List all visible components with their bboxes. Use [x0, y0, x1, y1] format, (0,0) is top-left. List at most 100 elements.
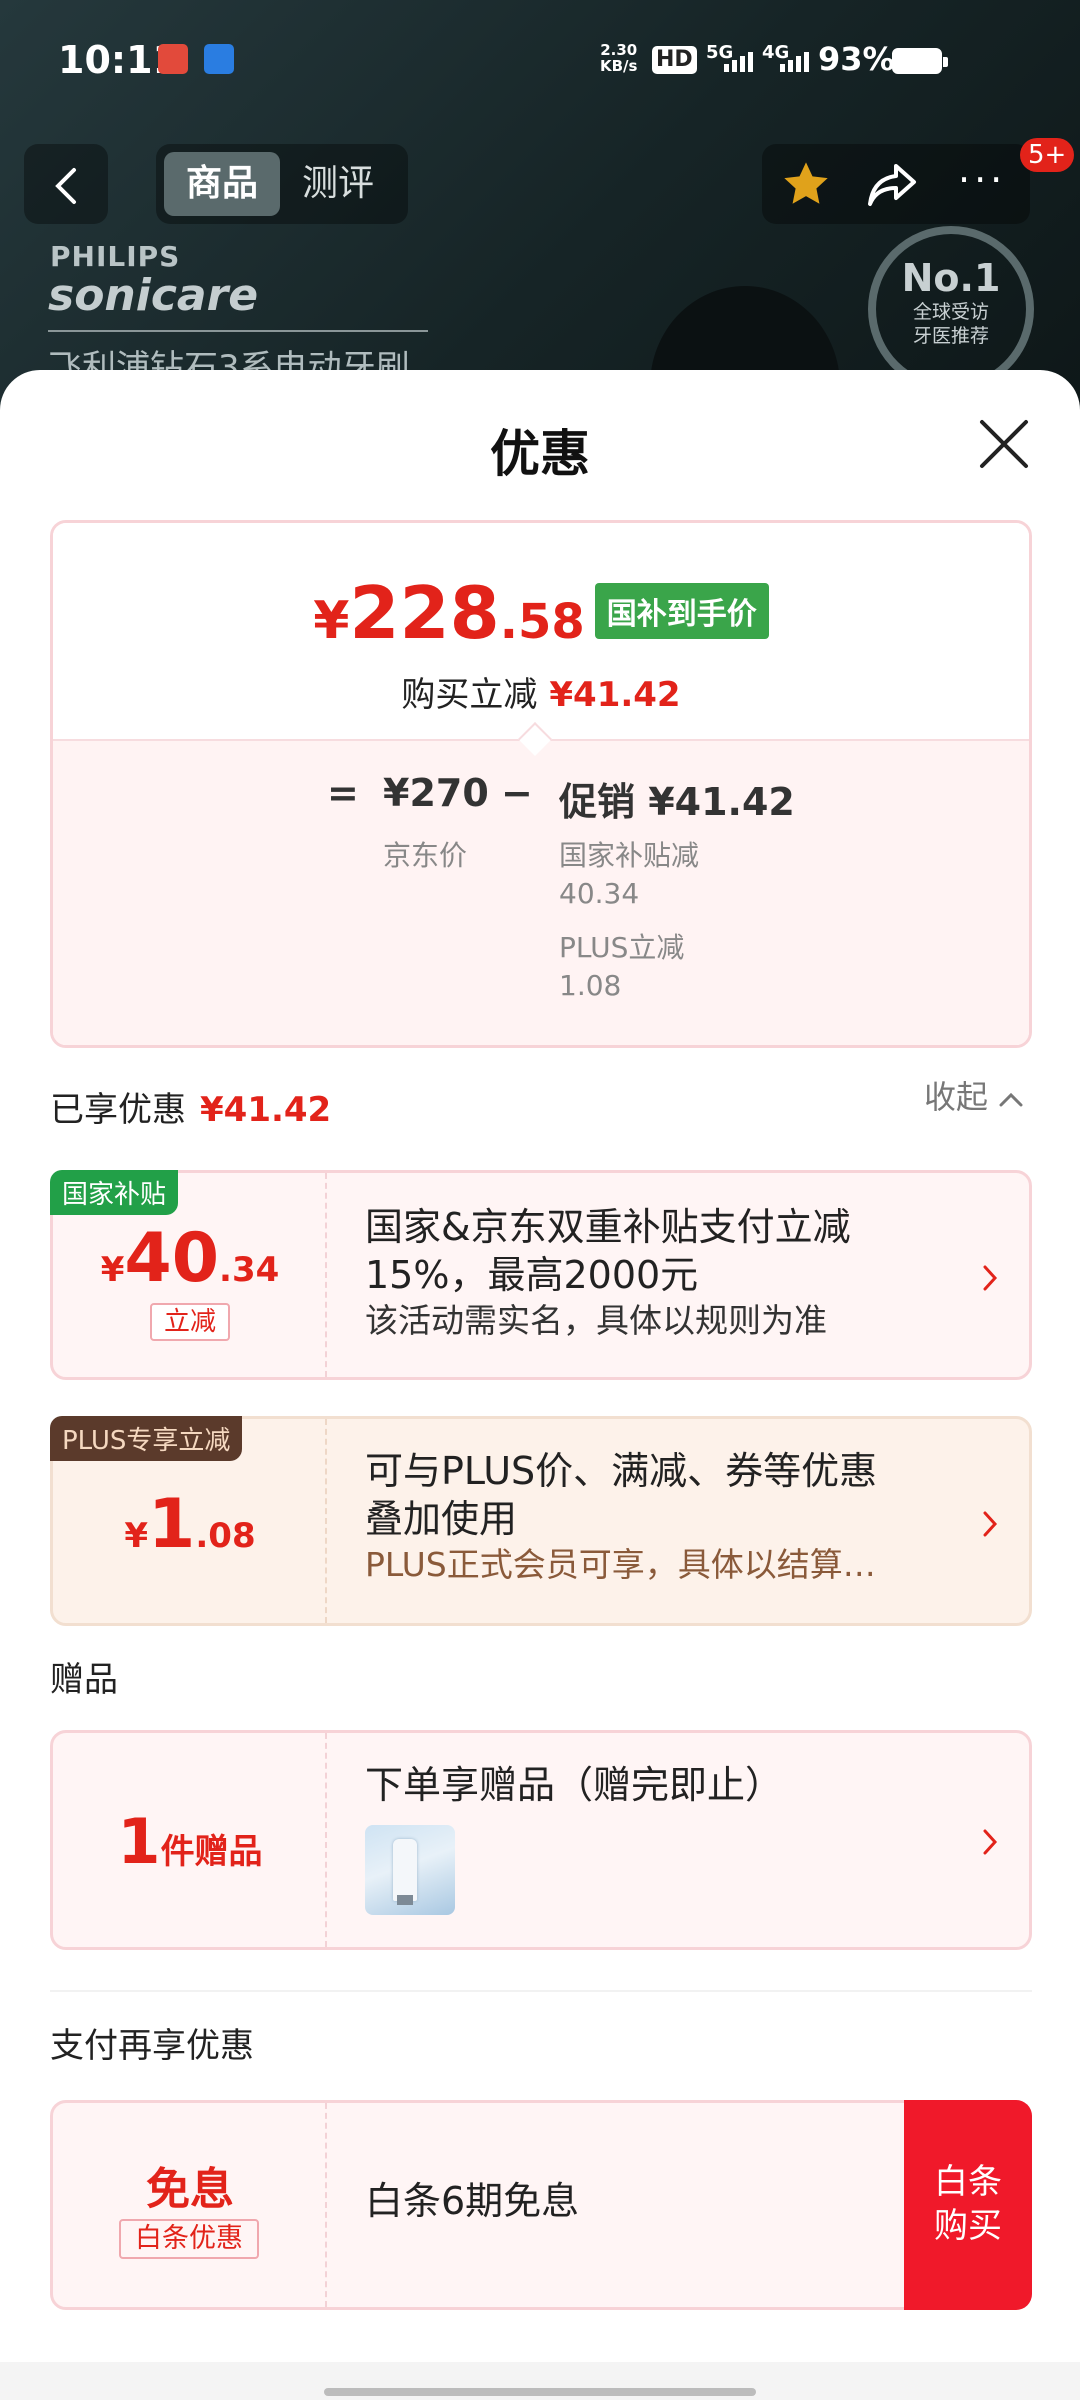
subsidy-amount: ¥40.34 [53, 1219, 327, 1298]
seal-line1: 全球受访 [912, 301, 989, 323]
battery-icon [892, 48, 948, 74]
price-decimal: .58 [499, 594, 585, 650]
dentist-recommend-seal: No.1 全球受访 牙医推荐 [868, 226, 1034, 392]
enjoyed-title: 已享优惠 [50, 1090, 186, 1130]
reduction-label: 购买立减 [401, 675, 538, 715]
purchase-reduction: 购买立减 ¥41.42 [53, 667, 1029, 716]
promo-amount: 促销 ¥41.42 [559, 780, 795, 824]
gift-line1: 下单享赠品（赠完即止） [365, 1763, 784, 1807]
gift-count: 1件赠品 [53, 1805, 327, 1878]
telegram-notification-icon [204, 44, 234, 74]
more-icon[interactable]: ··· [958, 158, 1006, 202]
subsidy-currency: ¥ [100, 1250, 125, 1290]
price-breakdown: = ¥270 − 促销 ¥41.42 京东价 国家补贴减 40.34 PLUS立… [53, 739, 1029, 1045]
national-subsidy-corner-tag: 国家补贴 [50, 1170, 179, 1215]
app-notification-icon [158, 44, 188, 74]
plus-amount: ¥1.08 [53, 1485, 327, 1564]
jd-price: ¥270 [383, 771, 489, 815]
plus-discount-card[interactable]: PLUS专享立减 ¥1.08 可与PLUS价、满减、券等优惠 叠加使用 PLUS… [50, 1416, 1032, 1626]
enjoyed-discounts-header: 已享优惠 ¥41.42 [50, 1082, 331, 1131]
subsidy-reduce-value: 40.34 [559, 877, 640, 910]
home-indicator[interactable] [324, 2388, 756, 2396]
collapse-label: 收起 [924, 1078, 989, 1116]
chevron-left-icon [55, 168, 76, 204]
notification-badge: 5+ [1020, 138, 1075, 172]
subsidy-description: 国家&京东双重补贴支付立减 15%，最高2000元 该活动需实名，具体以规则为准 [365, 1203, 955, 1343]
network-speed: 2.30 KB/s [600, 42, 637, 74]
chevron-right-icon [983, 1511, 998, 1537]
brand-philips: PHILIPS [50, 240, 181, 273]
reduce-tag: 立减 [150, 1303, 230, 1341]
plus-line3: PLUS正式会员可享，具体以结算… [365, 1545, 876, 1584]
gift-section-title: 赠品 [50, 1660, 118, 1700]
plus-reduce-label: PLUS立减 [559, 931, 685, 964]
price-integer: 228 [349, 571, 500, 655]
plus-description: 可与PLUS价、满减、券等优惠 叠加使用 PLUS正式会员可享，具体以结算… [365, 1447, 955, 1587]
share-icon[interactable] [866, 160, 918, 208]
baitiao-desc-text: 白条6期免息 [365, 2179, 580, 2223]
subsidy-line3: 该活动需实名，具体以规则为准 [365, 1301, 827, 1340]
subsidy-line1: 国家&京东双重补贴支付立减 [365, 1205, 851, 1249]
signal-bars-icon [780, 52, 809, 72]
price-currency: ¥ [313, 591, 350, 651]
subsidy-reduce-label: 国家补贴减 [559, 839, 700, 872]
network-speed-unit: KB/s [600, 57, 638, 75]
brand-sonicare: sonicare [48, 270, 259, 321]
enjoyed-total: ¥41.42 [200, 1090, 332, 1130]
final-price: ¥228.58 国补到手价 [53, 571, 1029, 655]
price-summary-card: ¥228.58 国补到手价 购买立减 ¥41.42 = ¥270 − 促销 ¥41.… [50, 520, 1032, 1048]
plus-currency: ¥ [124, 1516, 149, 1556]
back-button[interactable] [24, 144, 108, 224]
collapse-toggle[interactable]: 收起 [924, 1072, 1024, 1118]
national-subsidy-card[interactable]: 国家补贴 ¥40.34 立减 国家&京东双重补贴支付立减 15%，最高2000元… [50, 1170, 1032, 1380]
subsidy-int: 40 [124, 1219, 220, 1298]
plus-int: 1 [148, 1485, 196, 1564]
status-bar: 10:11 2.30 KB/s HD 5G 4G 93% [0, 0, 1080, 120]
product-page-background: 10:11 2.30 KB/s HD 5G 4G 93% 商品 测评 ··· 5… [0, 0, 1080, 420]
tab-review[interactable]: 测评 [280, 152, 396, 216]
hd-icon: HD [652, 46, 697, 74]
chevron-right-icon [983, 1265, 998, 1291]
pay-section-title: 支付再享优惠 [50, 2026, 254, 2066]
gift-card[interactable]: 1件赠品 下单享赠品（赠完即止） [50, 1730, 1032, 1950]
interest-free-label: 免息 [146, 2164, 234, 2215]
top-tabs: 商品 测评 [156, 144, 408, 224]
close-icon[interactable] [978, 418, 1030, 470]
tab-product[interactable]: 商品 [164, 152, 280, 216]
baitiao-buy-button[interactable]: 白条 购买 [904, 2100, 1032, 2310]
minus-sign: − [501, 771, 533, 815]
plus-reduce-value: 1.08 [559, 969, 622, 1002]
favorite-star-icon[interactable] [780, 158, 832, 210]
reduction-value: ¥41.42 [549, 675, 681, 715]
buy-button-line2: 购买 [934, 2206, 1002, 2246]
section-divider [50, 1990, 1032, 1992]
plus-line1: 可与PLUS价、满减、券等优惠 [365, 1449, 878, 1493]
seal-main: No.1 [901, 256, 1001, 300]
gift-count-number: 1 [117, 1805, 161, 1878]
plus-dec: .08 [195, 1516, 256, 1556]
final-price-section: ¥228.58 国补到手价 购买立减 ¥41.42 [53, 523, 1029, 739]
plus-corner-tag: PLUS专享立减 [50, 1416, 243, 1461]
gift-product-thumbnail[interactable] [365, 1825, 455, 1915]
baitiao-description: 白条6期免息 [365, 2177, 955, 2225]
discount-sheet: 优惠 ¥228.58 国补到手价 购买立减 ¥41.42 = ¥270 − 促销 ¥… [0, 370, 1080, 2400]
subsidy-dec: .34 [219, 1250, 280, 1290]
jd-price-label: 京东价 [383, 839, 468, 872]
baitiao-card[interactable]: 免息 白条优惠 白条6期免息 白条 购买 [50, 2100, 1032, 2310]
equals-sign: = [327, 771, 359, 815]
plus-line2: 叠加使用 [365, 1497, 518, 1541]
chevron-right-icon [983, 1829, 998, 1855]
baitiao-tag: 白条优惠 [119, 2219, 259, 2259]
subsidy-line2: 15%，最高2000元 [365, 1253, 699, 1297]
sheet-title: 优惠 [490, 425, 590, 483]
gift-count-unit: 件赠品 [160, 1832, 263, 1872]
gift-description: 下单享赠品（赠完即止） [365, 1761, 955, 1809]
chevron-up-icon [999, 1092, 1023, 1107]
buy-button-line1: 白条 [934, 2162, 1002, 2202]
subsidy-price-tag: 国补到手价 [594, 583, 769, 639]
network-speed-value: 2.30 [600, 41, 638, 59]
seal-line2: 牙医推荐 [912, 325, 989, 347]
signal-bars-icon [724, 52, 753, 72]
top-actions: ··· [762, 144, 1030, 224]
battery-percent: 93% [818, 40, 895, 78]
